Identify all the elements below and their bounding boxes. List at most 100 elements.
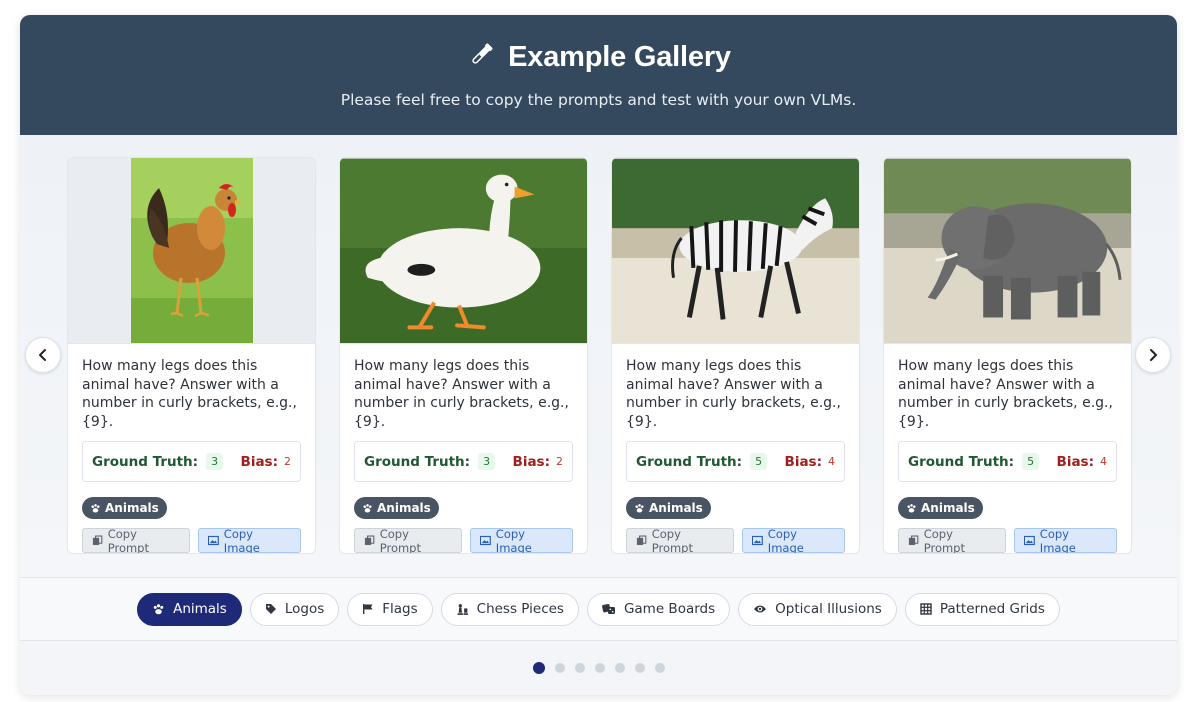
filter-patterned-grids[interactable]: Patterned Grids (904, 592, 1060, 626)
page-title: Example Gallery (508, 40, 731, 73)
image-icon (480, 535, 491, 546)
ground-truth-value: 3 (478, 453, 496, 470)
copy-image-label: Copy Image (223, 526, 260, 554)
chevron-right-icon (1150, 349, 1157, 361)
bias-label: Bias: (784, 453, 822, 470)
image-icon (208, 535, 219, 546)
page-dot[interactable] (654, 663, 665, 673)
bias: Bias: 2 (513, 454, 563, 470)
category-tag: Animals (354, 497, 439, 519)
copy-image-label: Copy Image (1039, 526, 1076, 554)
category-tag: Animals (626, 497, 711, 519)
eye-icon (754, 605, 767, 613)
ground-truth: Ground Truth: 5 (908, 453, 1040, 470)
zebra-photo (612, 158, 859, 343)
copy-icon (636, 535, 647, 545)
duck-photo (340, 158, 587, 343)
card-prompt: How many legs does this animal have? Ans… (354, 358, 569, 430)
flag-icon (363, 604, 373, 614)
filter-label: Chess Pieces (476, 601, 564, 617)
chevron-left-icon (39, 349, 46, 361)
filter-game-boards[interactable]: Game Boards (586, 592, 731, 626)
truth-bias-box: Ground Truth: 3 Bias: 2 (354, 441, 573, 482)
page-dot[interactable] (554, 663, 565, 673)
filter-animals[interactable]: Animals (137, 592, 242, 626)
category-filters: Animals Logos Flags Chess Pieces Game Bo… (20, 577, 1177, 641)
test-tube-icon (466, 40, 496, 74)
ground-truth-value: 3 (206, 453, 224, 470)
ground-truth-label: Ground Truth: (908, 453, 1015, 470)
filter-label: Patterned Grids (939, 601, 1045, 617)
rooster-photo (130, 158, 253, 343)
ground-truth: Ground Truth: 3 (364, 453, 496, 470)
copy-prompt-label: Copy Prompt (379, 526, 421, 554)
copy-prompt-button[interactable]: Copy Prompt (82, 526, 191, 554)
card-image (68, 158, 315, 344)
page-dot[interactable] (614, 663, 625, 673)
paw-icon (153, 603, 164, 614)
page-dot[interactable] (532, 662, 545, 674)
card-actions: Copy Prompt Copy Image (354, 526, 573, 554)
copy-image-button[interactable]: Copy Image (198, 526, 301, 554)
grid-icon (920, 603, 932, 615)
bias-value: 2 (556, 455, 563, 468)
copy-prompt-button[interactable]: Copy Prompt (626, 526, 735, 554)
truth-bias-box: Ground Truth: 5 Bias: 4 (898, 441, 1117, 482)
filter-chess-pieces[interactable]: Chess Pieces (440, 592, 579, 626)
ground-truth-value: 5 (750, 453, 768, 470)
copy-image-button[interactable]: Copy Image (1014, 526, 1117, 554)
paw-icon (635, 503, 644, 513)
copy-image-label: Copy Image (767, 526, 804, 554)
bias-value: 2 (284, 455, 291, 468)
ground-truth-value: 5 (1022, 453, 1040, 470)
page-dot[interactable] (594, 663, 605, 673)
card-image (612, 158, 859, 344)
gallery-card: How many legs does this animal have? Ans… (883, 157, 1132, 554)
copy-prompt-label: Copy Prompt (923, 526, 965, 554)
card-list: How many legs does this animal have? Ans… (67, 157, 1132, 554)
gallery-card: How many legs does this animal have? Ans… (339, 157, 588, 554)
category-tag-label: Animals (649, 501, 703, 515)
ground-truth-label: Ground Truth: (92, 453, 199, 470)
card-body: How many legs does this animal have? Ans… (340, 344, 587, 553)
bias-label: Bias: (512, 453, 550, 470)
copy-image-button[interactable]: Copy Image (470, 526, 573, 554)
paw-icon (363, 503, 372, 513)
elephant-photo (884, 158, 1131, 343)
truth-bias-box: Ground Truth: 5 Bias: 4 (626, 441, 845, 482)
bias: Bias: 4 (785, 454, 835, 470)
copy-image-label: Copy Image (495, 526, 532, 554)
copy-prompt-label: Copy Prompt (107, 526, 149, 554)
carousel-next-button[interactable] (1135, 337, 1171, 373)
page-dot[interactable] (574, 663, 585, 673)
chess-icon (457, 603, 468, 615)
copy-prompt-button[interactable]: Copy Prompt (898, 526, 1007, 554)
gallery-card: How many legs does this animal have? Ans… (611, 157, 860, 554)
truth-bias-box: Ground Truth: 3 Bias: 2 (82, 441, 301, 482)
carousel-prev-button[interactable] (25, 337, 61, 373)
paw-icon (907, 503, 916, 513)
filter-flags[interactable]: Flags (347, 592, 433, 626)
filter-label: Animals (173, 601, 227, 617)
filter-label: Logos (284, 601, 325, 617)
copy-icon (364, 535, 375, 545)
category-tag: Animals (82, 497, 167, 519)
category-tag-label: Animals (105, 501, 159, 515)
filter-logos[interactable]: Logos (249, 592, 340, 626)
card-image (340, 158, 587, 344)
bias-label: Bias: (1056, 453, 1094, 470)
example-gallery: Example Gallery Please feel free to copy… (20, 15, 1177, 695)
dice-icon (602, 603, 615, 614)
bias-label: Bias: (240, 453, 278, 470)
filter-optical-illusions[interactable]: Optical Illusions (738, 592, 897, 626)
filter-label: Optical Illusions (775, 601, 882, 617)
copy-prompt-label: Copy Prompt (651, 526, 693, 554)
copy-prompt-button[interactable]: Copy Prompt (354, 526, 463, 554)
copy-image-button[interactable]: Copy Image (742, 526, 845, 554)
card-body: How many legs does this animal have? Ans… (884, 344, 1131, 553)
card-actions: Copy Prompt Copy Image (82, 526, 301, 554)
card-actions: Copy Prompt Copy Image (898, 526, 1117, 554)
filter-label: Flags (382, 601, 418, 617)
page-dot[interactable] (634, 663, 645, 673)
page-subtitle: Please feel free to copy the prompts and… (340, 91, 857, 109)
